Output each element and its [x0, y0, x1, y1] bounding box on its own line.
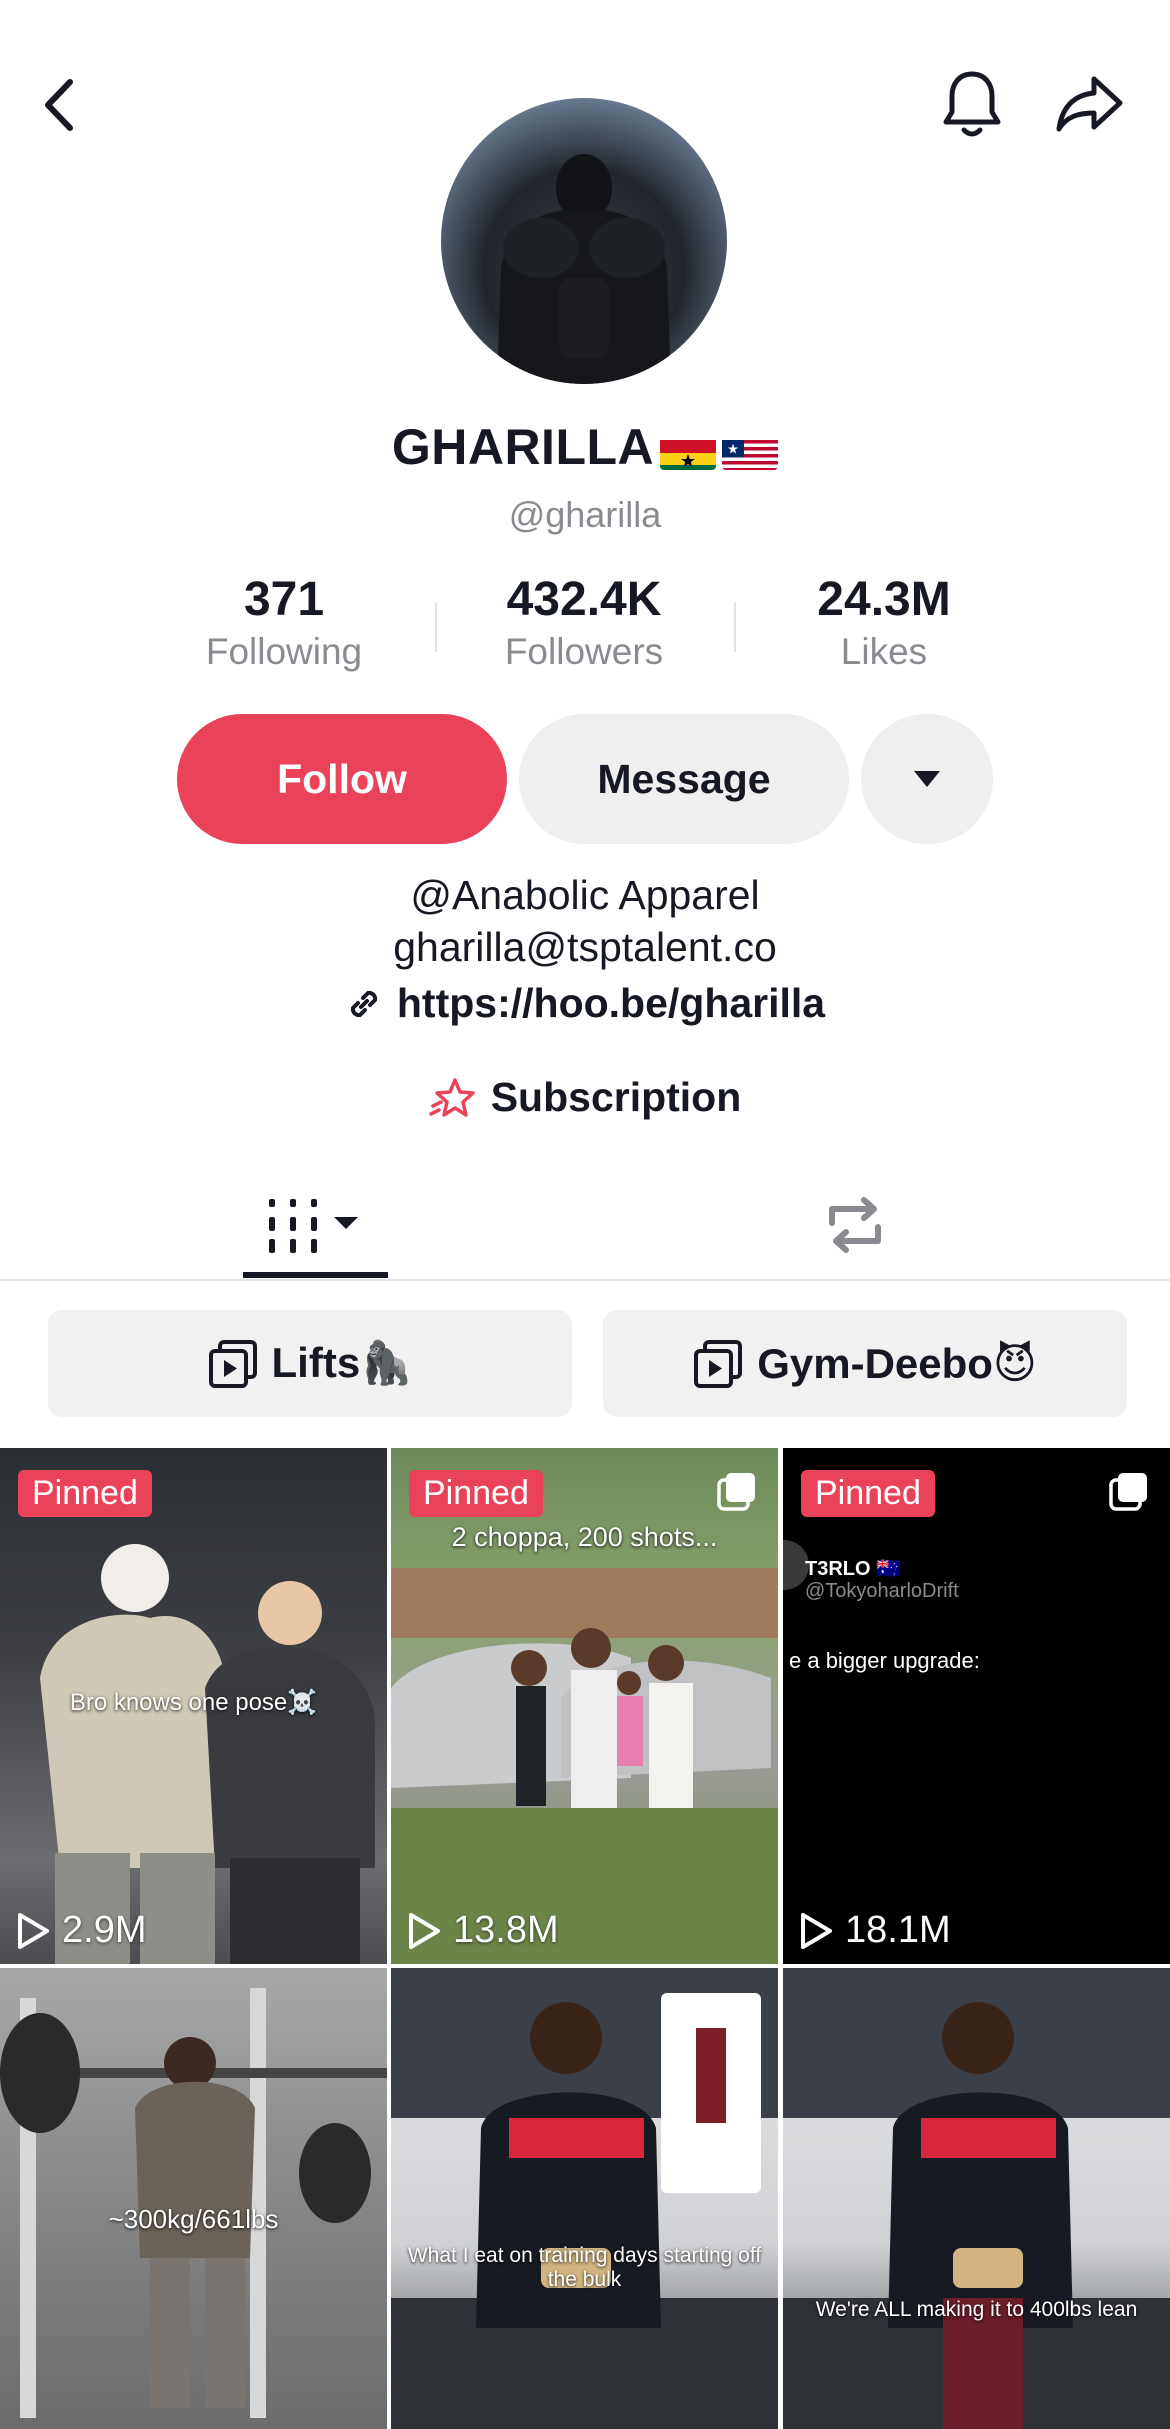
avatar-figure-icon [497, 154, 671, 384]
ghana-flag-icon [660, 432, 717, 470]
stat-value: 432.4K [506, 573, 662, 626]
view-count-text: 13.8M [453, 1909, 559, 1951]
pinned-badge: Pinned [18, 1470, 152, 1517]
tabs-divider [0, 1279, 1170, 1281]
more-options-button[interactable] [861, 714, 993, 844]
playlist-label: Gym-Deebo😈 [757, 1340, 1037, 1387]
pinned-badge: Pinned [801, 1470, 935, 1517]
link-icon [350, 990, 377, 1017]
video-tile[interactable]: Pinned T3RLO 🇦🇺 @TokyoharloDrift e a big… [783, 1448, 1170, 1964]
stat-likes[interactable]: 24.3M Likes [734, 572, 1034, 673]
bell-icon [943, 71, 1001, 137]
stat-value: 371 [243, 573, 325, 626]
subscription-label: Subscription [490, 1074, 742, 1120]
view-count-text: 2.9M [62, 1909, 147, 1951]
video-thumbnail-icon [0, 1968, 387, 2429]
play-icon [409, 1912, 440, 1949]
repost-icon [829, 1197, 881, 1253]
multi-photo-icon [717, 1473, 755, 1511]
tweet-name: T3RLO 🇦🇺 [805, 1558, 902, 1580]
playlist-label: Lifts🦍 [271, 1339, 413, 1386]
playlist-lifts[interactable]: Lifts🦍 [48, 1310, 572, 1417]
subscription-star-icon [428, 1077, 475, 1117]
share-arrow-icon [1056, 76, 1123, 132]
liberia-flag-icon [722, 432, 779, 470]
share-button[interactable] [1050, 66, 1130, 142]
play-icon [18, 1912, 49, 1949]
view-count: 2.9M [16, 1909, 146, 1952]
playlist-icon [208, 1339, 257, 1388]
avatar[interactable] [441, 98, 727, 384]
stat-label: Following [205, 631, 363, 672]
video-caption: What I eat on training days starting off… [407, 2244, 762, 2291]
video-caption: Bro knows one pose☠️ [69, 1689, 318, 1716]
video-tile[interactable]: ~300kg/661lbs [0, 1968, 387, 2429]
caret-down-icon [914, 771, 940, 787]
view-count-text: 18.1M [845, 1909, 951, 1951]
chevron-left-icon [45, 79, 73, 131]
display-name: GHARILLA [391, 419, 655, 475]
username-handle: @gharilla [508, 494, 662, 535]
bio-link[interactable]: https://hoo.be/gharilla [0, 980, 1170, 1027]
stat-label: Followers [504, 631, 664, 672]
tweet-text: e a bigger upgrade: [789, 1648, 980, 1673]
active-tab-indicator [243, 1272, 388, 1278]
pinned-badge: Pinned [409, 1470, 543, 1517]
multi-photo-icon [1109, 1473, 1147, 1511]
tab-reposts[interactable] [805, 1185, 905, 1265]
stat-label: Likes [840, 631, 928, 672]
subscription-button[interactable]: Subscription [0, 1074, 1170, 1121]
back-button[interactable] [30, 70, 90, 140]
video-tile[interactable]: Pinned 2 choppa, 200 shots... 13.8M [391, 1448, 778, 1964]
notifications-button[interactable] [936, 64, 1008, 144]
video-caption: ~300kg/661lbs [108, 2204, 279, 2234]
stat-followers[interactable]: 432.4K Followers [434, 572, 734, 673]
stat-value: 24.3M [817, 573, 951, 626]
playlist-gym-deebo[interactable]: Gym-Deebo😈 [603, 1310, 1127, 1417]
video-thumbnail-icon [783, 1968, 1170, 2429]
playlist-icon [694, 1339, 743, 1388]
view-count: 13.8M [407, 1909, 559, 1952]
bio-link-text: https://hoo.be/gharilla [396, 980, 826, 1026]
video-tile[interactable]: What I eat on training days starting off… [391, 1968, 778, 2429]
video-tile[interactable]: We're ALL making it to 400lbs lean [783, 1968, 1170, 2429]
tab-videos[interactable] [243, 1185, 388, 1265]
video-caption: We're ALL making it to 400lbs lean [815, 2298, 1138, 2321]
tweet-handle: @TokyoharloDrift [805, 1580, 959, 1602]
stat-following[interactable]: 371 Following [134, 572, 434, 673]
video-thumbnail-icon [391, 1968, 778, 2429]
view-count: 18.1M [799, 1909, 951, 1952]
bio-line-email: gharilla@tsptalent.co [393, 924, 777, 970]
video-caption: 2 choppa, 200 shots... [451, 1522, 718, 1552]
grid-columns-icon [268, 1199, 358, 1253]
play-icon [801, 1912, 832, 1949]
display-name-row: GHARILLA [0, 418, 1170, 476]
video-tile[interactable]: Pinned Bro knows one pose☠️ 2.9M [0, 1448, 387, 1964]
bio-line-brand: @Anabolic Apparel [410, 872, 760, 918]
follow-button[interactable]: Follow [177, 714, 507, 844]
message-button[interactable]: Message [519, 714, 849, 844]
